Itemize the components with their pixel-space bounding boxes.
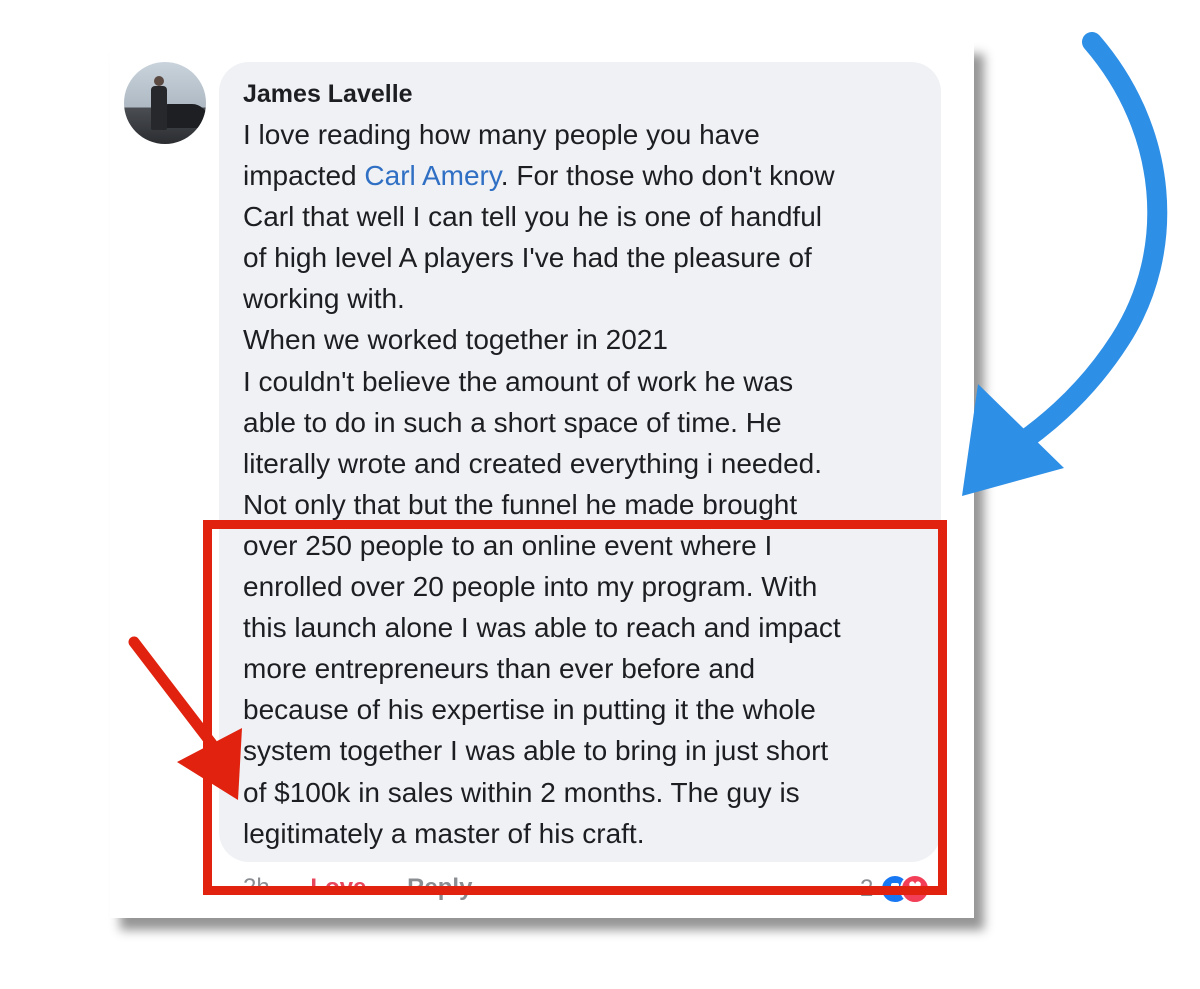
mention-link[interactable]: Carl Amery: [364, 160, 500, 191]
comment-line-text: When we worked together in 2021: [243, 324, 668, 356]
comment-line: I love reading how many people you have: [243, 114, 933, 155]
comment-line: of high level A players I've had the ple…: [243, 237, 933, 278]
avatar-person-head: [154, 76, 164, 86]
comment-line-text: of high level A players I've had the ple…: [243, 242, 812, 274]
comment-line-text: impacted: [243, 160, 365, 192]
comment-line-text: Carl that well I can tell you he is one …: [243, 201, 823, 233]
comment-line: able to do in such a short space of time…: [243, 402, 933, 443]
comment-line: When we worked together in 2021: [243, 319, 933, 360]
comment-author[interactable]: James Lavelle: [243, 80, 413, 109]
comment-line: literally wrote and created everything i…: [243, 443, 933, 484]
comment-line: Not only that but the funnel he made bro…: [243, 484, 933, 525]
comment-line-text: . For those who don't know: [500, 160, 835, 192]
comment-line-text: Not only that but the funnel he made bro…: [243, 488, 798, 520]
comment-line-text: I couldn't believe the amount of work he…: [243, 365, 794, 397]
comment-line-text: able to do in such a short space of time…: [243, 406, 782, 438]
avatar[interactable]: [124, 62, 206, 144]
blue-arrow: [962, 32, 1168, 496]
comment-line-text: I love reading how many people you have: [243, 119, 760, 150]
comment-line-text: literally wrote and created everything i…: [243, 447, 823, 479]
comment-line-text: working with.: [243, 283, 405, 315]
avatar-person-body: [151, 86, 167, 130]
comment-line: Carl that well I can tell you he is one …: [243, 196, 933, 237]
comment-line: working with.: [243, 278, 933, 319]
highlight-box: [203, 520, 947, 895]
comment-line: I couldn't believe the amount of work he…: [243, 361, 933, 402]
comment-line: impacted Carl Amery. For those who don't…: [243, 155, 933, 196]
